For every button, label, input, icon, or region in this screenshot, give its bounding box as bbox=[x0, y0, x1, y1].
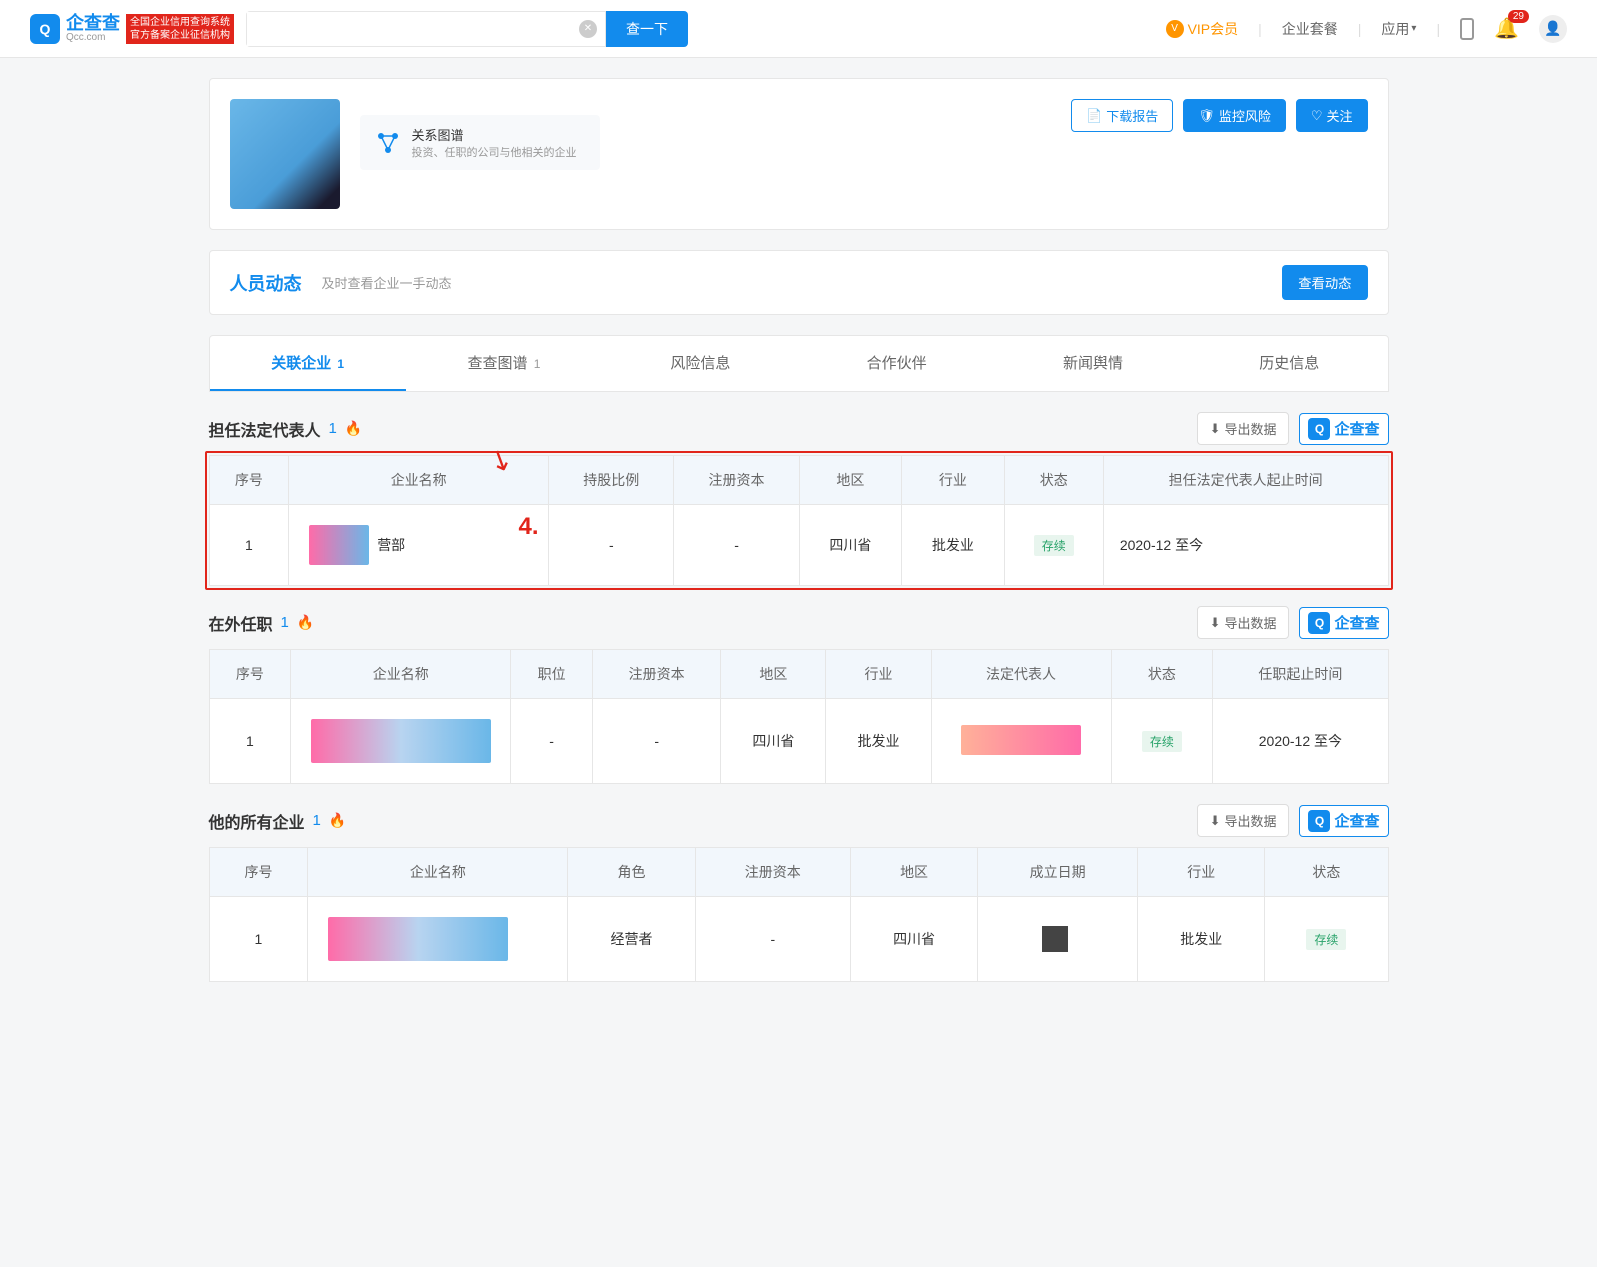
relation-card[interactable]: 关系图谱 投资、任职的公司与他相关的企业 bbox=[360, 115, 600, 170]
relation-icon bbox=[374, 129, 402, 157]
legal-rep-cell[interactable] bbox=[931, 699, 1111, 784]
logo-subtitle: Qcc.com bbox=[66, 32, 120, 43]
qcc-badge-icon: Q bbox=[1308, 612, 1330, 634]
tab-risk[interactable]: 风险信息 bbox=[602, 336, 798, 391]
qcc-badge-icon: Q bbox=[1308, 810, 1330, 832]
company-cell[interactable] bbox=[291, 699, 511, 784]
download-icon: ⬇ bbox=[1210, 421, 1221, 437]
clear-icon[interactable]: ✕ bbox=[579, 20, 597, 38]
shield-icon: 🛡 bbox=[1198, 108, 1215, 124]
status-badge: 存续 bbox=[1142, 731, 1182, 752]
export-button-3[interactable]: ⬇ 导出数据 bbox=[1197, 804, 1290, 837]
vip-icon: V bbox=[1166, 20, 1184, 38]
qcc-badge-icon: Q bbox=[1308, 418, 1330, 440]
flame-icon: 🔥 bbox=[345, 420, 362, 437]
qcc-badge: Q 企查查 bbox=[1299, 607, 1388, 639]
export-button-1[interactable]: ⬇ 导出数据 bbox=[1197, 412, 1290, 445]
export-button-2[interactable]: ⬇ 导出数据 bbox=[1197, 606, 1290, 639]
section3-count: 1 bbox=[313, 812, 321, 829]
tab-news[interactable]: 新闻舆情 bbox=[995, 336, 1191, 391]
status-badge: 存续 bbox=[1306, 929, 1346, 950]
date-thumb bbox=[1042, 926, 1068, 952]
tabs: 关联企业 1 查查图谱 1 风险信息 合作伙伴 新闻舆情 历史信息 bbox=[209, 335, 1389, 392]
follow-button[interactable]: ♡ 关注 bbox=[1296, 99, 1368, 132]
section2-count: 1 bbox=[281, 614, 289, 631]
header-right: V VIP会员 | 企业套餐 | 应用 ▾ | 🔔 29 👤 bbox=[1166, 15, 1567, 43]
logo-title: 企查查 bbox=[66, 14, 120, 32]
search-input[interactable] bbox=[247, 12, 579, 46]
establish-date-cell bbox=[978, 897, 1138, 982]
monitor-risk-button[interactable]: 🛡 监控风险 bbox=[1183, 99, 1286, 132]
company-cell[interactable]: 营部 bbox=[289, 505, 549, 586]
search-box: ✕ bbox=[246, 11, 606, 47]
qcc-badge: Q 企查查 bbox=[1299, 805, 1388, 837]
status-badge: 存续 bbox=[1034, 535, 1074, 556]
section1-count: 1 bbox=[329, 420, 337, 437]
download-icon: ⬇ bbox=[1210, 813, 1221, 829]
table-row: 1 经营者 - 四川省 批发业 存续 bbox=[209, 897, 1388, 982]
section-all-companies: 他的所有企业 1 🔥 ⬇ 导出数据 Q 企查查 序号 企业名称 角色 bbox=[209, 804, 1389, 982]
search-button[interactable]: 查一下 bbox=[606, 11, 688, 47]
logo[interactable]: Q 企查查 Qcc.com 全国企业信用查询系统 官方备案企业征信机构 bbox=[30, 14, 234, 44]
flame-icon: 🔥 bbox=[329, 812, 346, 829]
table-all-companies: 序号 企业名称 角色 注册资本 地区 成立日期 行业 状态 1 经营者 bbox=[209, 847, 1389, 982]
table-row: 1 - - 四川省 批发业 存续 2020-12 至今 bbox=[209, 699, 1388, 784]
tab-history[interactable]: 历史信息 bbox=[1191, 336, 1387, 391]
section-external-position: 在外任职 1 🔥 ⬇ 导出数据 Q 企查查 序号 企业名称 职位 bbox=[209, 606, 1389, 784]
apps-link[interactable]: 应用 ▾ bbox=[1381, 19, 1416, 39]
dynamics-title: 人员动态 bbox=[230, 270, 302, 296]
company-cell[interactable] bbox=[308, 897, 568, 982]
notification-count: 29 bbox=[1508, 10, 1529, 23]
relation-title: 关系图谱 bbox=[412, 125, 577, 144]
download-report-button[interactable]: 📄 下载报告 bbox=[1071, 99, 1173, 132]
phone-icon[interactable] bbox=[1460, 18, 1474, 40]
table-external-position: 序号 企业名称 职位 注册资本 地区 行业 法定代表人 状态 任职起止时间 1 bbox=[209, 649, 1389, 784]
bell-icon[interactable]: 🔔 29 bbox=[1494, 16, 1519, 41]
heart-icon: ♡ bbox=[1311, 108, 1323, 124]
file-icon: 📄 bbox=[1086, 108, 1102, 124]
relation-desc: 投资、任职的公司与他相关的企业 bbox=[412, 144, 577, 160]
top-header: Q 企查查 Qcc.com 全国企业信用查询系统 官方备案企业征信机构 ✕ 查一… bbox=[0, 0, 1597, 58]
logo-icon: Q bbox=[30, 14, 60, 44]
flame-icon: 🔥 bbox=[297, 614, 314, 631]
company-logo bbox=[328, 917, 508, 961]
company-logo bbox=[311, 719, 491, 763]
company-logo bbox=[309, 525, 369, 565]
section3-title: 他的所有企业 bbox=[209, 809, 305, 833]
table-legal-rep: 序号 企业名称 持股比例 注册资本 地区 行业 状态 担任法定代表人起止时间 1 bbox=[209, 455, 1389, 586]
view-dynamics-button[interactable]: 查看动态 bbox=[1282, 265, 1367, 300]
user-avatar[interactable]: 👤 bbox=[1539, 15, 1567, 43]
profile-actions: 📄 下载报告 🛡 监控风险 ♡ 关注 bbox=[1071, 99, 1367, 132]
chevron-down-icon: ▾ bbox=[1411, 23, 1416, 34]
section2-title: 在外任职 bbox=[209, 611, 273, 635]
tab-partners[interactable]: 合作伙伴 bbox=[798, 336, 994, 391]
profile-card: 📄 下载报告 🛡 监控风险 ♡ 关注 关系图谱 bbox=[209, 78, 1389, 230]
vip-link[interactable]: V VIP会员 bbox=[1166, 19, 1239, 39]
section-legal-rep: 担任法定代表人 1 🔥 ⬇ 导出数据 Q 企查查 ↘ 4. bbox=[209, 412, 1389, 586]
dynamics-bar: 人员动态 及时查看企业一手动态 查看动态 bbox=[209, 250, 1389, 315]
download-icon: ⬇ bbox=[1210, 615, 1221, 631]
section1-title: 担任法定代表人 bbox=[209, 417, 321, 441]
table-row: 1 营部 - - 四川省 批发业 存续 2020-12 至今 bbox=[209, 505, 1388, 586]
qcc-badge: Q 企查查 bbox=[1299, 413, 1388, 445]
logo-tag: 全国企业信用查询系统 官方备案企业征信机构 bbox=[126, 14, 234, 44]
legal-rep-image bbox=[961, 725, 1081, 755]
packages-link[interactable]: 企业套餐 bbox=[1282, 19, 1338, 39]
dynamics-desc: 及时查看企业一手动态 bbox=[322, 273, 452, 292]
tab-graph[interactable]: 查查图谱 1 bbox=[406, 336, 602, 391]
profile-avatar bbox=[230, 99, 340, 209]
tab-related[interactable]: 关联企业 1 bbox=[210, 336, 406, 391]
